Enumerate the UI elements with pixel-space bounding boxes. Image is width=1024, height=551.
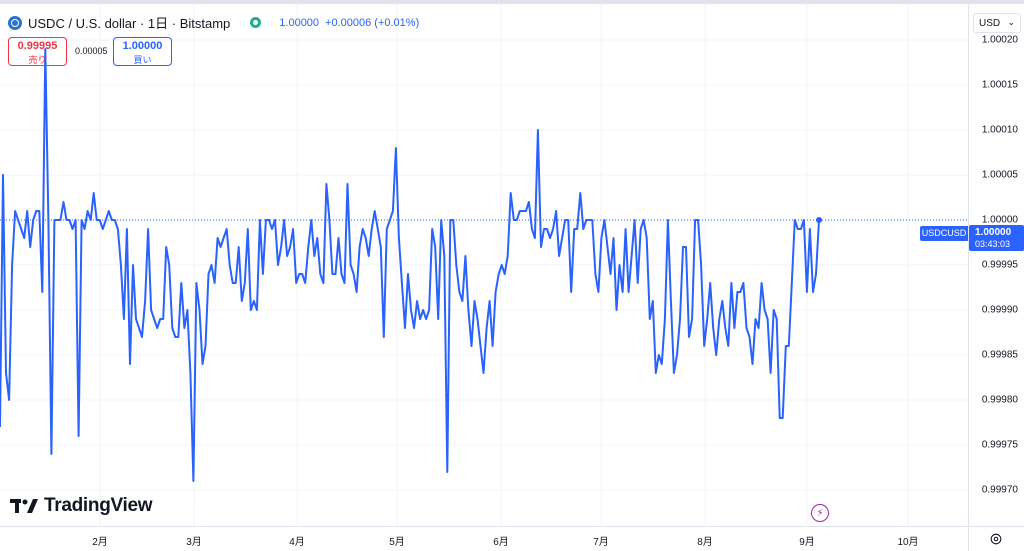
x-tick-label: 9月 xyxy=(799,537,815,548)
x-tick-label: 10月 xyxy=(897,537,919,548)
price-change: +0.00006 (+0.01%) xyxy=(325,16,420,29)
y-tick-label: 0.99980 xyxy=(981,394,1018,406)
y-tick-label: 1.00005 xyxy=(981,169,1018,181)
x-tick-label: 8月 xyxy=(697,537,713,548)
sell-label: 売り xyxy=(28,55,47,65)
x-tick-label: 6月 xyxy=(493,537,509,548)
time-axis[interactable]: 2月 3月 4月 5月 6月 7月 8月 9月 10月 xyxy=(0,526,968,551)
currency-select[interactable]: USD ⌄ xyxy=(973,13,1021,33)
tradingview-logo[interactable]: TradingView xyxy=(10,495,153,517)
y-tick-label: 1.00010 xyxy=(981,124,1018,136)
last-point-marker xyxy=(816,217,822,223)
buy-button[interactable]: 1.00000 買い xyxy=(113,37,172,66)
current-price: 1.00000 xyxy=(975,227,1012,238)
y-tick-label: 1.00020 xyxy=(981,34,1018,46)
sell-button[interactable]: 0.99995 売り xyxy=(8,37,67,66)
settings-icon[interactable] xyxy=(989,532,1003,546)
symbol-title[interactable]: USDC / U.S. dollar · 1日 · Bitstamp xyxy=(28,13,230,32)
chevron-down-icon: ⌄ xyxy=(1007,17,1015,27)
tradingview-logo-icon xyxy=(10,499,38,513)
plot-area[interactable] xyxy=(0,4,968,526)
y-tick-label: 0.99990 xyxy=(981,304,1018,316)
x-tick-label: 2月 xyxy=(92,537,108,548)
last-value: 1.00000 xyxy=(279,16,320,29)
currency-label: USD xyxy=(979,18,1001,29)
y-tick-label: 1.00015 xyxy=(981,79,1018,91)
sell-price: 0.99995 xyxy=(17,40,58,52)
bar-countdown: 03:43:03 xyxy=(975,239,1011,249)
chart-window: 1.00020 1.00015 1.00010 1.00005 1.00000 0.999… xyxy=(0,0,1024,551)
y-tick-label: 0.99995 xyxy=(981,259,1018,271)
x-tick-label: 3月 xyxy=(186,537,202,548)
buy-label: 買い xyxy=(133,55,152,65)
usdc-coin-icon xyxy=(8,15,22,30)
y-tick-label: 1.00000 xyxy=(981,214,1018,226)
x-tick-label: 5月 xyxy=(389,537,405,548)
y-tick-label: 0.99985 xyxy=(981,349,1018,361)
x-tick-label: 7月 xyxy=(593,537,609,548)
brand-name: TradingView xyxy=(44,495,153,516)
y-tick-label: 0.99975 xyxy=(981,439,1018,451)
current-price-box: 1.00000 03:43:03 xyxy=(969,225,1024,251)
lightning-icon[interactable]: ⚡ xyxy=(811,504,829,522)
market-status-icon[interactable] xyxy=(250,17,262,28)
axis-corner xyxy=(968,526,1024,551)
chart-legend: USDC / U.S. dollar · 1日 · Bitstamp 1.000… xyxy=(8,13,419,32)
price-axis[interactable]: 1.00020 1.00015 1.00010 1.00005 1.00000 0.999… xyxy=(968,4,1024,526)
spread-value: 0.00005 xyxy=(75,46,108,56)
y-tick-label: 0.99970 xyxy=(981,484,1018,496)
symbol-price-label: USDCUSD xyxy=(920,226,968,241)
buy-price: 1.00000 xyxy=(122,40,163,52)
x-tick-label: 4月 xyxy=(289,537,305,548)
price-chart[interactable] xyxy=(0,4,968,526)
